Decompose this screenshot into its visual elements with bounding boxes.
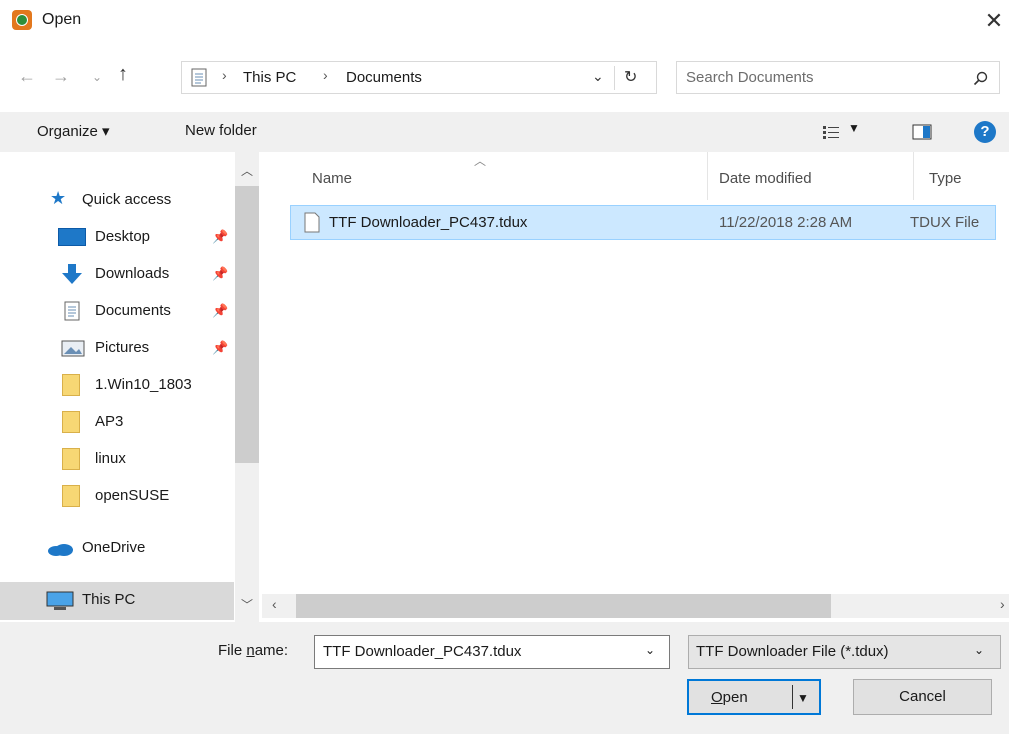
sidebar-item-label: OneDrive — [82, 539, 146, 556]
file-icon — [304, 212, 320, 233]
sidebar-item-label: Pictures — [95, 339, 150, 356]
sidebar-item-label: Desktop — [95, 228, 151, 245]
sidebar-item-pictures[interactable]: Pictures 📌 — [0, 330, 234, 366]
title-bar: Open ✕ — [0, 0, 1009, 44]
file-name: TTF Downloader_PC437.tdux — [329, 214, 528, 231]
close-icon[interactable]: ✕ — [980, 6, 1008, 36]
file-date: 11/22/2018 2:28 AM — [719, 214, 853, 231]
file-type-filter-select[interactable]: TTF Downloader File (*.tdux) ⌄ — [688, 635, 1001, 669]
sidebar-item-label: Documents — [95, 302, 171, 319]
column-header-name[interactable]: Name — [312, 170, 352, 187]
sidebar-scrollbar[interactable]: ︿ ﹀ — [235, 152, 259, 622]
column-header-date-modified[interactable]: Date modified — [719, 170, 812, 187]
back-arrow-icon[interactable]: ← — [18, 66, 36, 87]
file-row[interactable]: TTF Downloader_PC437.tdux 11/22/2018 2:2… — [290, 205, 996, 240]
download-arrow-icon — [62, 264, 82, 284]
file-type: TDUX File — [910, 214, 980, 231]
file-type-filter-value: TTF Downloader File (*.tdux) — [696, 643, 889, 660]
forward-arrow-icon[interactable]: → — [52, 66, 70, 87]
navigation-pane: ★ Quick access Desktop 📌 Downloads 📌 Doc… — [0, 152, 260, 622]
star-icon: ★ — [50, 188, 67, 208]
scrollbar-thumb[interactable] — [235, 186, 259, 463]
organize-button[interactable]: Organize ▾ — [37, 122, 110, 140]
search-input-placeholder[interactable]: Search Documents — [686, 69, 814, 86]
file-name-label: File name: — [218, 642, 289, 659]
sidebar-item-this-pc[interactable]: This PC — [0, 582, 234, 620]
scroll-left-chevron-icon[interactable]: ‹ — [272, 596, 277, 612]
folder-icon — [62, 485, 80, 507]
pin-icon[interactable]: 📌 — [212, 340, 228, 356]
app-icon — [12, 10, 32, 30]
up-arrow-icon[interactable]: ↑ — [118, 63, 128, 86]
recent-locations-chevron-icon[interactable]: ⌄ — [92, 70, 102, 84]
scroll-down-chevron-icon[interactable]: ﹀ — [241, 596, 253, 613]
onedrive-cloud-icon — [48, 544, 73, 556]
pictures-icon — [61, 340, 85, 357]
search-icon[interactable] — [973, 71, 988, 86]
pin-icon[interactable]: 📌 — [212, 303, 228, 319]
file-name-dropdown-chevron-icon[interactable]: ⌄ — [645, 643, 655, 657]
sidebar-item-win10-folder[interactable]: 1.Win10_1803 — [0, 367, 234, 403]
view-options-icon[interactable] — [822, 124, 840, 140]
refresh-icon[interactable]: ↻ — [624, 67, 637, 87]
sidebar-item-label: Downloads — [95, 265, 170, 282]
documents-location-icon — [191, 68, 207, 87]
documents-icon — [64, 301, 80, 321]
computer-icon — [46, 591, 74, 610]
column-divider[interactable] — [913, 152, 914, 200]
scrollbar-thumb[interactable] — [296, 594, 831, 618]
open-options-dropdown-icon[interactable]: ▼ — [797, 681, 809, 715]
new-folder-button[interactable]: New folder — [185, 122, 257, 139]
file-name-input[interactable]: TTF Downloader_PC437.tdux — [323, 643, 521, 660]
sidebar-item-label: linux — [95, 450, 126, 467]
scroll-up-chevron-icon[interactable]: ︿ — [241, 162, 253, 179]
help-icon[interactable]: ? — [974, 121, 996, 143]
breadcrumb-this-pc[interactable]: This PC — [243, 69, 296, 86]
sidebar-item-label: This PC — [82, 591, 136, 608]
column-divider[interactable] — [707, 152, 708, 200]
divider — [614, 66, 615, 90]
sidebar-item-onedrive[interactable]: OneDrive — [0, 530, 234, 566]
desktop-icon — [58, 228, 86, 246]
command-toolbar: Organize ▾ New folder ▼ ? — [0, 112, 1009, 152]
sidebar-item-downloads[interactable]: Downloads 📌 — [0, 256, 234, 292]
file-list-horizontal-scrollbar[interactable]: ‹ › — [262, 594, 1009, 618]
file-name-combobox[interactable]: TTF Downloader_PC437.tdux ⌄ — [314, 635, 670, 669]
breadcrumb-documents[interactable]: Documents — [346, 69, 422, 86]
folder-icon — [62, 411, 80, 433]
pin-icon[interactable]: 📌 — [212, 266, 228, 282]
sidebar-item-quick-access[interactable]: ★ Quick access — [0, 182, 234, 218]
folder-icon — [62, 448, 80, 470]
breadcrumb-separator-icon: › — [222, 67, 227, 83]
filter-dropdown-chevron-icon[interactable]: ⌄ — [974, 643, 984, 657]
sort-ascending-icon: ︿ — [474, 154, 487, 168]
preview-pane-icon[interactable] — [912, 124, 932, 140]
open-button[interactable]: Open ▼ — [687, 679, 821, 715]
window-title: Open — [42, 11, 82, 28]
sidebar-item-linux-folder[interactable]: linux — [0, 441, 234, 477]
split-divider — [792, 685, 793, 709]
breadcrumb-separator-icon: › — [323, 67, 328, 83]
sidebar-item-opensuse-folder[interactable]: openSUSE — [0, 478, 234, 514]
sidebar-item-label: openSUSE — [95, 487, 170, 504]
sidebar-item-label: 1.Win10_1803 — [95, 376, 192, 393]
address-bar[interactable]: › This PC › Documents ⌄ ↻ — [181, 61, 657, 94]
sidebar-item-documents[interactable]: Documents 📌 — [0, 293, 234, 329]
address-dropdown-chevron-icon[interactable]: ⌄ — [592, 68, 604, 85]
open-button-label: Open — [711, 689, 748, 706]
pin-icon[interactable]: 📌 — [212, 229, 228, 245]
folder-icon — [62, 374, 80, 396]
search-box[interactable]: Search Documents — [676, 61, 1000, 94]
column-header-type[interactable]: Type — [929, 170, 962, 187]
view-dropdown-chevron-icon[interactable]: ▼ — [848, 121, 860, 135]
column-headers: ︿ Name Date modified Type — [276, 152, 1009, 202]
sidebar-item-desktop[interactable]: Desktop 📌 — [0, 219, 234, 255]
sidebar-item-ap3-folder[interactable]: AP3 — [0, 404, 234, 440]
bottom-panel: File name: TTF Downloader_PC437.tdux ⌄ T… — [0, 622, 1009, 734]
scroll-right-chevron-icon[interactable]: › — [1000, 596, 1005, 612]
sidebar-item-label: Quick access — [82, 191, 172, 208]
cancel-button[interactable]: Cancel — [853, 679, 992, 715]
sidebar-item-label: AP3 — [95, 413, 124, 430]
